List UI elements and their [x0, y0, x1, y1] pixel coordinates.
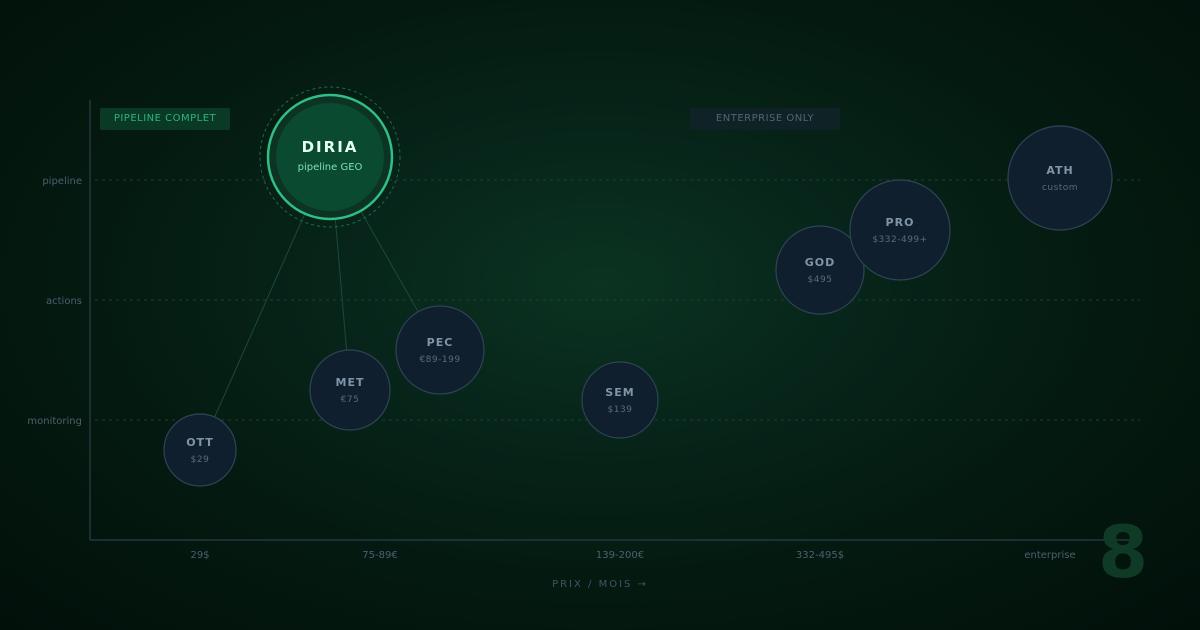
y-tick-monitoring: monitoring	[27, 416, 82, 427]
corner-watermark: 8	[1098, 510, 1149, 594]
bubble-label-met: MET	[336, 376, 365, 389]
bubble-sub-ott: $29	[191, 455, 210, 465]
bubble-ath	[1007, 125, 1113, 231]
bubble-label-pro: PRO	[886, 216, 915, 229]
bubble-sub-god: $495	[808, 275, 833, 285]
bubble-label-pec: PEC	[427, 336, 454, 349]
x-tick-3: 332-495$	[796, 550, 844, 561]
bubble-sub-diria: pipeline GEO	[298, 162, 363, 173]
bubble-label-god: GOD	[805, 256, 836, 269]
bubble-label-ath: ATH	[1046, 164, 1073, 177]
bubble-pec	[395, 305, 485, 395]
connector-diria-ott	[214, 195, 314, 418]
chart-canvas: monitoring actions pipeline 29$ 75-89€ 139-20…	[27, 86, 1140, 561]
badge-pipeline-complet: PIPELINE COMPLET	[100, 108, 230, 130]
positioning-chart: monitoring actions pipeline 29$ 75-89€ 139-20…	[0, 0, 1200, 630]
bubble-sub-met: €75	[341, 395, 360, 405]
bubble-sub-sem: $139	[608, 405, 633, 415]
bubble-label-sem: SEM	[605, 386, 634, 399]
x-tick-0: 29$	[190, 550, 209, 561]
bubble-pro	[849, 179, 951, 281]
bubble-sub-pro: $332-499+	[872, 235, 927, 245]
x-tick-4: enterprise	[1024, 550, 1075, 561]
bubble-label-diria: DIRIA	[302, 138, 359, 156]
bubble-sub-ath: custom	[1042, 183, 1078, 193]
bubble-ott	[163, 413, 237, 487]
bubble-sub-pec: €89-199	[419, 355, 460, 365]
bubble-core-diria	[276, 103, 384, 211]
bubble-met	[309, 349, 391, 431]
x-tick-2: 139-200€	[596, 550, 644, 561]
bubble-label-ott: OTT	[186, 436, 214, 449]
x-axis-title: PRIX / MOIS →	[552, 579, 648, 590]
y-tick-pipeline: pipeline	[42, 176, 82, 187]
bubble-sem	[581, 361, 659, 439]
x-tick-1: 75-89€	[362, 550, 397, 561]
badge-enterprise-only: ENTERPRISE ONLY	[690, 108, 840, 130]
connector-diria-met	[333, 198, 348, 351]
y-tick-actions: actions	[46, 296, 82, 307]
